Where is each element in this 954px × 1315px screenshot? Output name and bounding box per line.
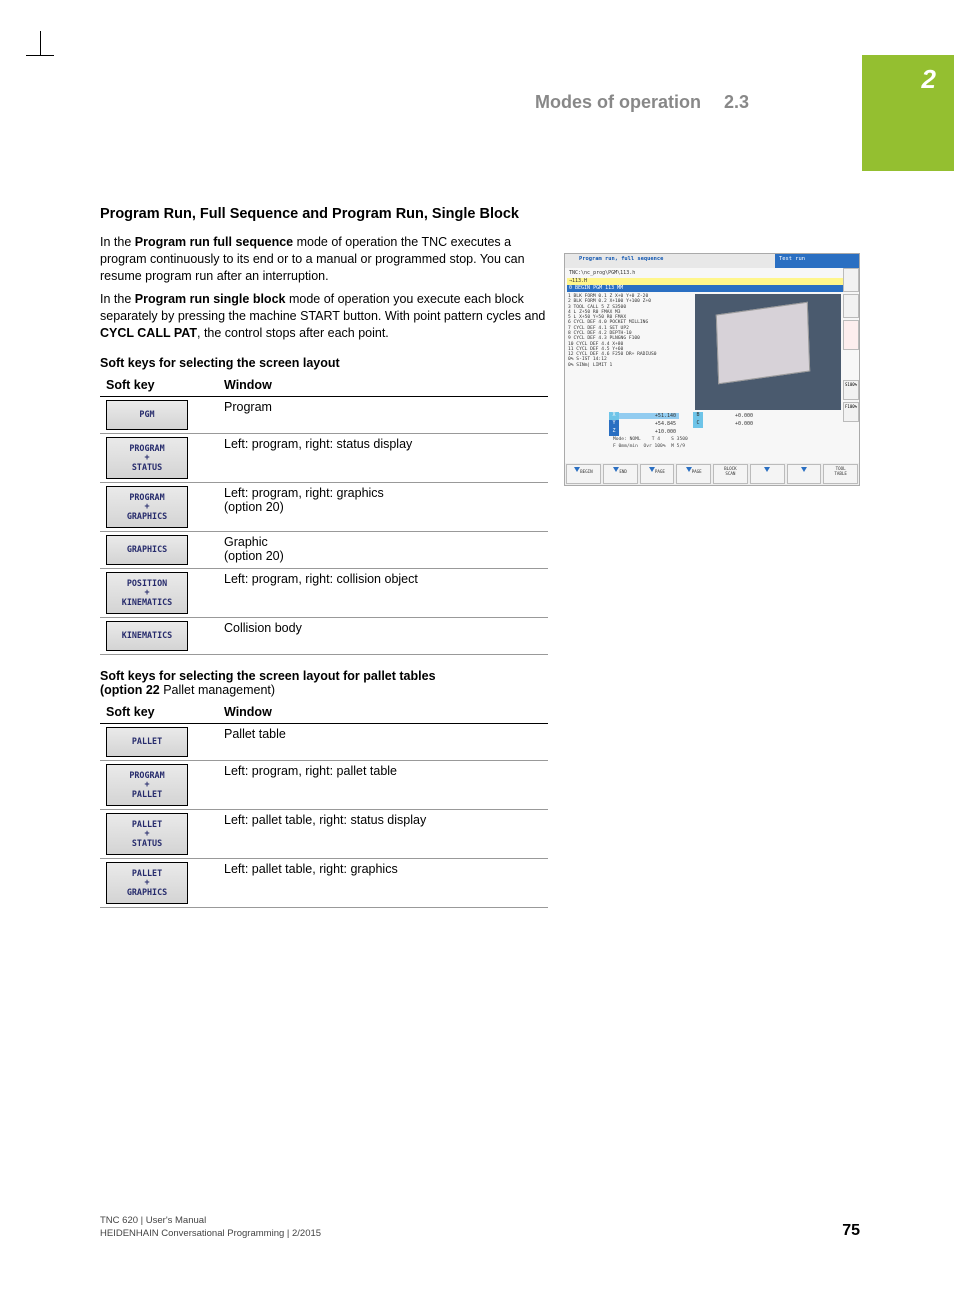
ss-softkey[interactable]: TOOL TABLE xyxy=(823,464,858,484)
softkey-button[interactable]: PROGRAM + STATUS xyxy=(106,437,188,479)
table-row: POSITION + KINEMATICS Left: program, righ… xyxy=(100,569,548,618)
ss-current-block: 0 BEGIN PGM 113 MM xyxy=(567,285,843,292)
softkey-button[interactable]: PROGRAM + GRAPHICS xyxy=(106,486,188,528)
ss-softkey-row: BEGINENDPAGEPAGEBLOCK SCANTOOL TABLE xyxy=(565,463,859,485)
ss-side-buttons: S100% F100% xyxy=(843,268,859,458)
ss-softkey[interactable] xyxy=(787,464,822,484)
ss-softkey[interactable]: PAGE xyxy=(640,464,675,484)
page-number: 75 xyxy=(842,1222,860,1240)
window-description: Left: program, right: pallet table xyxy=(218,761,548,810)
softkey-button[interactable]: GRAPHICS xyxy=(106,535,188,565)
window-description: Left: program, right: graphics (option 2… xyxy=(218,483,548,532)
ss-softkey[interactable]: BLOCK SCAN xyxy=(713,464,748,484)
chapter-side-tab: 2 xyxy=(862,55,954,171)
header-title: Modes of operation xyxy=(535,92,701,112)
ss-softkey[interactable]: BEGIN xyxy=(566,464,601,484)
window-description: Pallet table xyxy=(218,724,548,761)
paragraph-2: In the Program run single block mode of … xyxy=(100,291,548,342)
ss-position-readout: X+51.140B+0.000 Y+54.845C+0.000 Z+10.000… xyxy=(609,412,859,446)
window-description: Left: program, right: collision object xyxy=(218,569,548,618)
table-row: PROGRAM + STATUS Left: program, right: st… xyxy=(100,434,548,483)
table-header: Soft key xyxy=(100,701,218,724)
ss-program-listing: 1 BLK FORM 0.1 Z X+0 Y+0 Z-202 BLK FORM … xyxy=(565,292,693,412)
softkey-button[interactable]: PALLET + STATUS xyxy=(106,813,188,855)
softkey-button[interactable]: KINEMATICS xyxy=(106,621,188,651)
ss-file-path: TNC:\nc_prog\PGM\113.h xyxy=(565,268,859,278)
page-footer: TNC 620 | User's Manual HEIDENHAIN Conve… xyxy=(100,1215,860,1240)
table-row: PALLET Pallet table xyxy=(100,724,548,761)
table-header: Window xyxy=(218,374,548,397)
ss-highlight-bar: →113.H xyxy=(567,278,843,285)
paragraph-1: In the Program run full sequence mode of… xyxy=(100,234,548,285)
table-row: PROGRAM + PALLET Left: program, right: pa… xyxy=(100,761,548,810)
softkey-button[interactable]: POSITION + KINEMATICS xyxy=(106,572,188,614)
ss-mode-title: Program run, full sequence xyxy=(565,254,775,268)
crop-mark xyxy=(0,55,954,56)
table-row: GRAPHICS Graphic (option 20) xyxy=(100,532,548,569)
section-heading: Program Run, Full Sequence and Program R… xyxy=(100,205,548,224)
tnc-screenshot: Program run, full sequence Test run TNC:… xyxy=(564,253,860,486)
window-description: Collision body xyxy=(218,618,548,655)
ss-secondary-mode: Test run xyxy=(775,254,839,268)
ss-graphics-pane xyxy=(695,294,841,410)
softkey-button[interactable]: PALLET + GRAPHICS xyxy=(106,862,188,904)
softkey-button[interactable]: PROGRAM + PALLET xyxy=(106,764,188,806)
ss-workpiece-icon xyxy=(716,302,810,385)
main-text-column: Program Run, Full Sequence and Program R… xyxy=(100,205,548,908)
table-row: PALLET + STATUS Left: pallet table, right… xyxy=(100,810,548,859)
ss-softkey[interactable] xyxy=(750,464,785,484)
softkey-button[interactable]: PALLET xyxy=(106,727,188,757)
table-header: Soft key xyxy=(100,374,218,397)
chapter-number: 2 xyxy=(922,64,936,95)
window-description: Left: pallet table, right: graphics xyxy=(218,859,548,908)
table-row: PROGRAM + GRAPHICS Left: program, right: … xyxy=(100,483,548,532)
footer-line1: TNC 620 | User's Manual xyxy=(100,1215,206,1226)
table-row: PGM Program xyxy=(100,397,548,434)
softkey-button[interactable]: PGM xyxy=(106,400,188,430)
page-header: Modes of operation 2.3 xyxy=(100,92,854,130)
table-header: Window xyxy=(218,701,548,724)
window-description: Program xyxy=(218,397,548,434)
ss-softkey[interactable]: PAGE xyxy=(676,464,711,484)
softkey-table-2: Soft key Window PALLETPallet tablePROGRA… xyxy=(100,701,548,908)
window-description: Graphic (option 20) xyxy=(218,532,548,569)
table-row: KINEMATICS Collision body xyxy=(100,618,548,655)
header-section: 2.3 xyxy=(724,92,749,112)
table2-caption: Soft keys for selecting the screen layou… xyxy=(100,669,548,697)
window-description: Left: program, right: status display xyxy=(218,434,548,483)
table1-caption: Soft keys for selecting the screen layou… xyxy=(100,356,548,370)
softkey-table-1: Soft key Window PGMProgramPROGRAM + STAT… xyxy=(100,374,548,655)
table-row: PALLET + GRAPHICS Left: pallet table, rig… xyxy=(100,859,548,908)
window-description: Left: pallet table, right: status displa… xyxy=(218,810,548,859)
footer-line2: HEIDENHAIN Conversational Programming | … xyxy=(100,1228,321,1239)
ss-header-icon xyxy=(839,254,859,268)
ss-softkey[interactable]: END xyxy=(603,464,638,484)
